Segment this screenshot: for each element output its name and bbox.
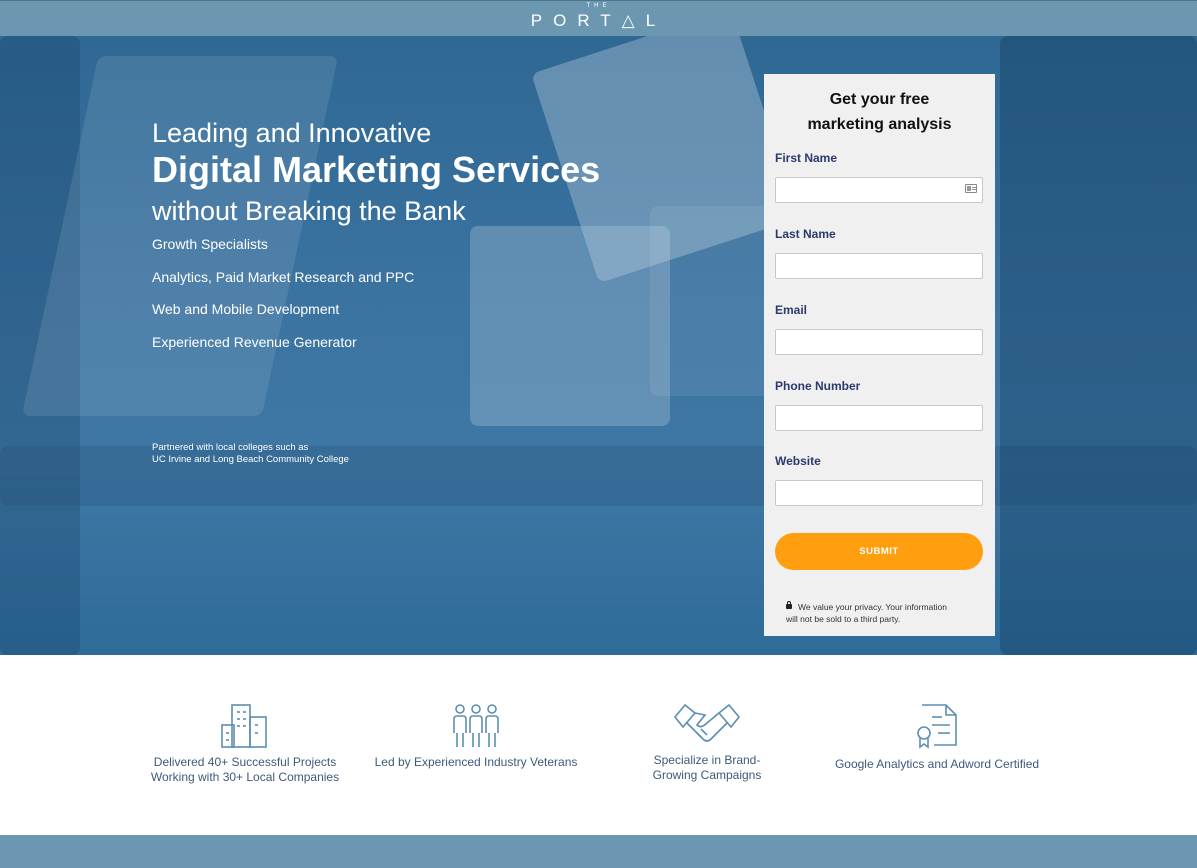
lead-form: Get your free marketing analysis First N…: [764, 74, 995, 636]
logo-small-text: THE: [586, 3, 611, 9]
last-name-label: Last Name: [775, 227, 836, 241]
handshake-icon: [673, 703, 741, 742]
benefits-section: Delivered 40+ Successful Projects Workin…: [0, 655, 1197, 835]
logo[interactable]: THE PORT△L: [0, 0, 1197, 36]
submit-button[interactable]: SUBMIT: [775, 533, 983, 570]
headline-intro: Leading and Innovative: [152, 118, 432, 148]
contact-card-icon[interactable]: [965, 184, 977, 193]
team-icon: [453, 704, 499, 747]
benefit-line: Delivered 40+ Successful Projects: [153, 755, 337, 769]
benefit-line: Google Analytics and Adword Certified: [834, 757, 1040, 771]
first-name-field[interactable]: [775, 177, 983, 203]
buildings-icon: [221, 704, 267, 748]
last-name-field[interactable]: [775, 253, 983, 279]
feature-item: Analytics, Paid Market Research and PPC: [152, 269, 415, 285]
headline-sub: without Breaking the Bank: [152, 196, 466, 226]
partner-line: Partnered with local colleges such as: [152, 442, 309, 453]
form-title-line: Get your free: [829, 91, 930, 108]
partner-note: Partnered with local colleges such as UC…: [152, 442, 349, 466]
benefit-line: Working with 30+ Local Companies: [150, 770, 340, 784]
feature-item: Web and Mobile Development: [152, 301, 340, 317]
benefit-veterans: Led by Experienced Industry Veterans: [366, 703, 586, 770]
privacy-note: We value your privacy. Your information …: [786, 601, 986, 625]
benefit-line: Specialize in Brand-: [653, 753, 761, 767]
benefit-line: Growing Campaigns: [652, 768, 762, 782]
email-label: Email: [775, 303, 808, 317]
first-name-label: First Name: [775, 151, 838, 165]
website-field[interactable]: [775, 480, 983, 506]
phone-label: Phone Number: [775, 379, 861, 393]
lock-icon: [786, 601, 792, 609]
form-title-line: marketing analysis: [807, 116, 952, 133]
footer-bar: [0, 835, 1197, 868]
privacy-line: will not be sold to a third party.: [786, 614, 901, 624]
benefit-line: Led by Experienced Industry Veterans: [374, 755, 578, 769]
privacy-line: We value your privacy. Your information: [798, 602, 947, 612]
certificate-icon: [917, 704, 957, 749]
benefit-certified: Google Analytics and Adword Certified: [828, 703, 1046, 772]
phone-field[interactable]: [775, 405, 983, 431]
benefit-projects: Delivered 40+ Successful Projects Workin…: [145, 703, 345, 785]
headline-main: Digital Marketing Services: [152, 149, 601, 190]
form-title: Get your free marketing analysis: [764, 87, 995, 137]
logo-main-text: PORT△L: [530, 11, 667, 30]
feature-item: Growth Specialists: [152, 236, 268, 252]
partner-line: UC Irvine and Long Beach Community Colle…: [152, 454, 349, 465]
feature-item: Experienced Revenue Generator: [152, 334, 357, 350]
website-label: Website: [775, 454, 821, 468]
hero-section: Leading and Innovative Digital Marketing…: [0, 36, 1197, 655]
benefit-brand: Specialize in Brand- Growing Campaigns: [627, 703, 787, 783]
email-field[interactable]: [775, 329, 983, 355]
